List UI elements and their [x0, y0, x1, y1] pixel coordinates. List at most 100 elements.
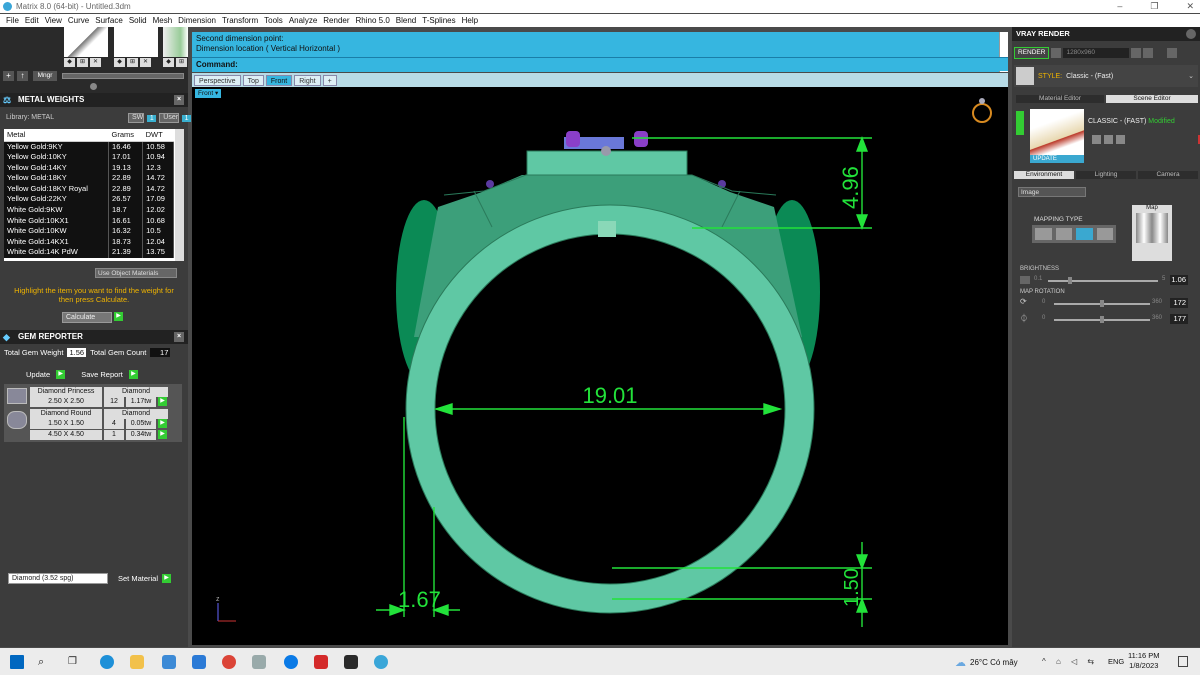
metal-row[interactable]: Yellow Gold:22KY 26.57 17.09: [4, 194, 174, 206]
command-input[interactable]: Command:: [192, 57, 1008, 71]
menu-item-analyze[interactable]: Analyze: [286, 14, 320, 27]
use-object-materials-select[interactable]: Use Object Materials: [95, 268, 177, 278]
weather-widget[interactable]: ☁ 26°C Có mây: [955, 656, 1018, 669]
preset-expand-icon[interactable]: [1016, 111, 1024, 135]
set-material-button[interactable]: Set Material: [118, 574, 158, 583]
thumbnail-2[interactable]: [114, 27, 158, 57]
metal-column-header[interactable]: DWT: [142, 129, 174, 142]
rotation-1-slider-thumb[interactable]: [1100, 300, 1104, 307]
mapping-box-icon[interactable]: [1055, 228, 1072, 240]
thumb-delete-icon[interactable]: ✕: [90, 58, 101, 67]
thumb-delete-icon-2[interactable]: ✕: [140, 58, 151, 67]
metal-row[interactable]: White Gold:9KW 18.7 12.02: [4, 205, 174, 216]
thumb-add-icon[interactable]: ◆: [64, 58, 75, 67]
thumbnail-3[interactable]: [163, 27, 188, 57]
gem-row[interactable]: Diamond Round Diamond: [30, 409, 168, 419]
preset-save-icon[interactable]: [1092, 135, 1101, 144]
calculate-go-icon[interactable]: ▶: [114, 312, 123, 321]
thumb-add-icon-3[interactable]: ◆: [163, 58, 174, 67]
gem-update-icon[interactable]: ▶: [56, 370, 66, 379]
menu-item-surface[interactable]: Surface: [92, 14, 126, 27]
gem-row[interactable]: 4.50 X 4.50 1 0.34tw ▶: [30, 430, 168, 440]
set-material-icon[interactable]: ▶: [162, 574, 172, 583]
preset-update-button[interactable]: UPDATE: [1030, 155, 1084, 163]
save-report-icon[interactable]: ▶: [128, 370, 138, 379]
minimize-button[interactable]: –: [1117, 0, 1122, 13]
metal-row[interactable]: White Gold:10KX1 16.61 10.68: [4, 215, 174, 227]
manager-button[interactable]: Mngr: [33, 71, 57, 81]
chrome-icon[interactable]: [222, 655, 236, 669]
menu-item-transform[interactable]: Transform: [219, 14, 261, 27]
thumbnail-scrollbar[interactable]: [62, 73, 184, 79]
metal-weights-close-icon[interactable]: ×: [174, 95, 184, 105]
zalo-icon[interactable]: [284, 655, 298, 669]
tab-environment[interactable]: Environment: [1014, 171, 1074, 179]
menu-item-rhino-5-0[interactable]: Rhino 5.0: [353, 14, 393, 27]
up-arrow-button[interactable]: ↑: [17, 71, 28, 81]
matrix-taskbar-icon[interactable]: [374, 655, 388, 669]
menu-item-curve[interactable]: Curve: [65, 14, 92, 27]
style-row[interactable]: STYLE: Classic - (Fast) ⌄: [1014, 65, 1198, 87]
menu-item-dimension[interactable]: Dimension: [175, 14, 219, 27]
mapping-cylinder-icon[interactable]: [1096, 228, 1113, 240]
store-icon[interactable]: [162, 655, 176, 669]
user-value[interactable]: 1: [182, 114, 192, 122]
menu-item-help[interactable]: Help: [459, 14, 481, 27]
resolution-field[interactable]: 1280x960: [1063, 48, 1130, 58]
brightness-slider[interactable]: [1048, 280, 1158, 282]
metal-row[interactable]: White Gold:14K PdW 21.39 13.75: [4, 247, 174, 259]
gem-reporter-close-icon[interactable]: ×: [174, 332, 184, 342]
metal-row[interactable]: Yellow Gold:14KY 19.13 12.3: [4, 162, 174, 174]
edge-icon[interactable]: [100, 655, 114, 669]
tab-lighting[interactable]: Lighting: [1076, 171, 1136, 179]
maximize-button[interactable]: ❐: [1150, 0, 1158, 13]
mapping-plane-icon[interactable]: [1035, 228, 1052, 240]
thumbnail-1[interactable]: [64, 27, 108, 57]
tab-perspective[interactable]: Perspective: [194, 75, 241, 86]
menu-item-solid[interactable]: Solid: [126, 14, 150, 27]
viewport-label[interactable]: Front ▾: [195, 89, 222, 98]
menu-item-t-splines[interactable]: T-Splines: [419, 14, 458, 27]
preset-folder-icon[interactable]: [1116, 135, 1125, 144]
render-button[interactable]: RENDER: [1014, 47, 1050, 59]
tab-camera[interactable]: Camera: [1138, 171, 1198, 179]
app-icon-2[interactable]: [314, 655, 328, 669]
gem-row[interactable]: Diamond Princess Diamond: [30, 387, 168, 397]
gem-update-button[interactable]: Update: [26, 370, 50, 379]
calculate-button[interactable]: Calculate: [62, 312, 112, 323]
app-icon-1[interactable]: [252, 655, 266, 669]
tab-scene-editor[interactable]: Scene Editor: [1106, 95, 1198, 103]
thumb-folder-icon-2[interactable]: ⊞: [127, 58, 138, 67]
add-button[interactable]: +: [3, 71, 14, 81]
viewport-front[interactable]: 19.01 4.96 1.67 1.50 z: [192, 87, 1008, 645]
app-icon-3[interactable]: [344, 655, 358, 669]
settings-icon[interactable]: [1131, 48, 1142, 58]
search-icon[interactable]: ⌕: [38, 655, 52, 669]
vray-tool-icon[interactable]: [1167, 48, 1178, 58]
menu-item-edit[interactable]: Edit: [22, 14, 42, 27]
gem-select-icon[interactable]: ▶: [158, 419, 167, 428]
tab-material-editor[interactable]: Material Editor: [1016, 95, 1104, 103]
material-select[interactable]: Diamond (3.52 spg): [8, 573, 108, 584]
tab-add[interactable]: +: [322, 75, 337, 86]
map-preview[interactable]: Map: [1132, 205, 1172, 261]
metal-row[interactable]: White Gold:14KX1 18.73 12.04: [4, 236, 174, 248]
metal-row[interactable]: White Gold:10KW 16.32 10.5: [4, 226, 174, 237]
file-explorer-icon[interactable]: [130, 655, 144, 669]
start-icon[interactable]: [10, 655, 24, 669]
tab-top[interactable]: Top: [242, 75, 264, 86]
mapping-sphere-icon[interactable]: [1076, 228, 1093, 240]
metal-row[interactable]: Yellow Gold:10KY 17.01 10.94: [4, 152, 174, 163]
metal-row[interactable]: Yellow Gold:18KY 22.89 14.72: [4, 173, 174, 184]
gem-select-icon[interactable]: ▶: [158, 397, 167, 406]
preset-copy-icon[interactable]: [1104, 135, 1113, 144]
thumb-add-icon-2[interactable]: ◆: [114, 58, 125, 67]
tab-right[interactable]: Right: [294, 75, 321, 86]
sw-value[interactable]: 1: [147, 114, 157, 122]
menu-item-mesh[interactable]: Mesh: [150, 14, 176, 27]
metal-column-header[interactable]: Metal: [4, 129, 109, 142]
thumb-folder-icon-3[interactable]: ⊞: [176, 58, 187, 67]
metal-column-header[interactable]: Grams: [108, 129, 143, 142]
save-report-button[interactable]: Save Report: [81, 370, 123, 379]
gem-select-icon[interactable]: ▶: [158, 430, 167, 439]
